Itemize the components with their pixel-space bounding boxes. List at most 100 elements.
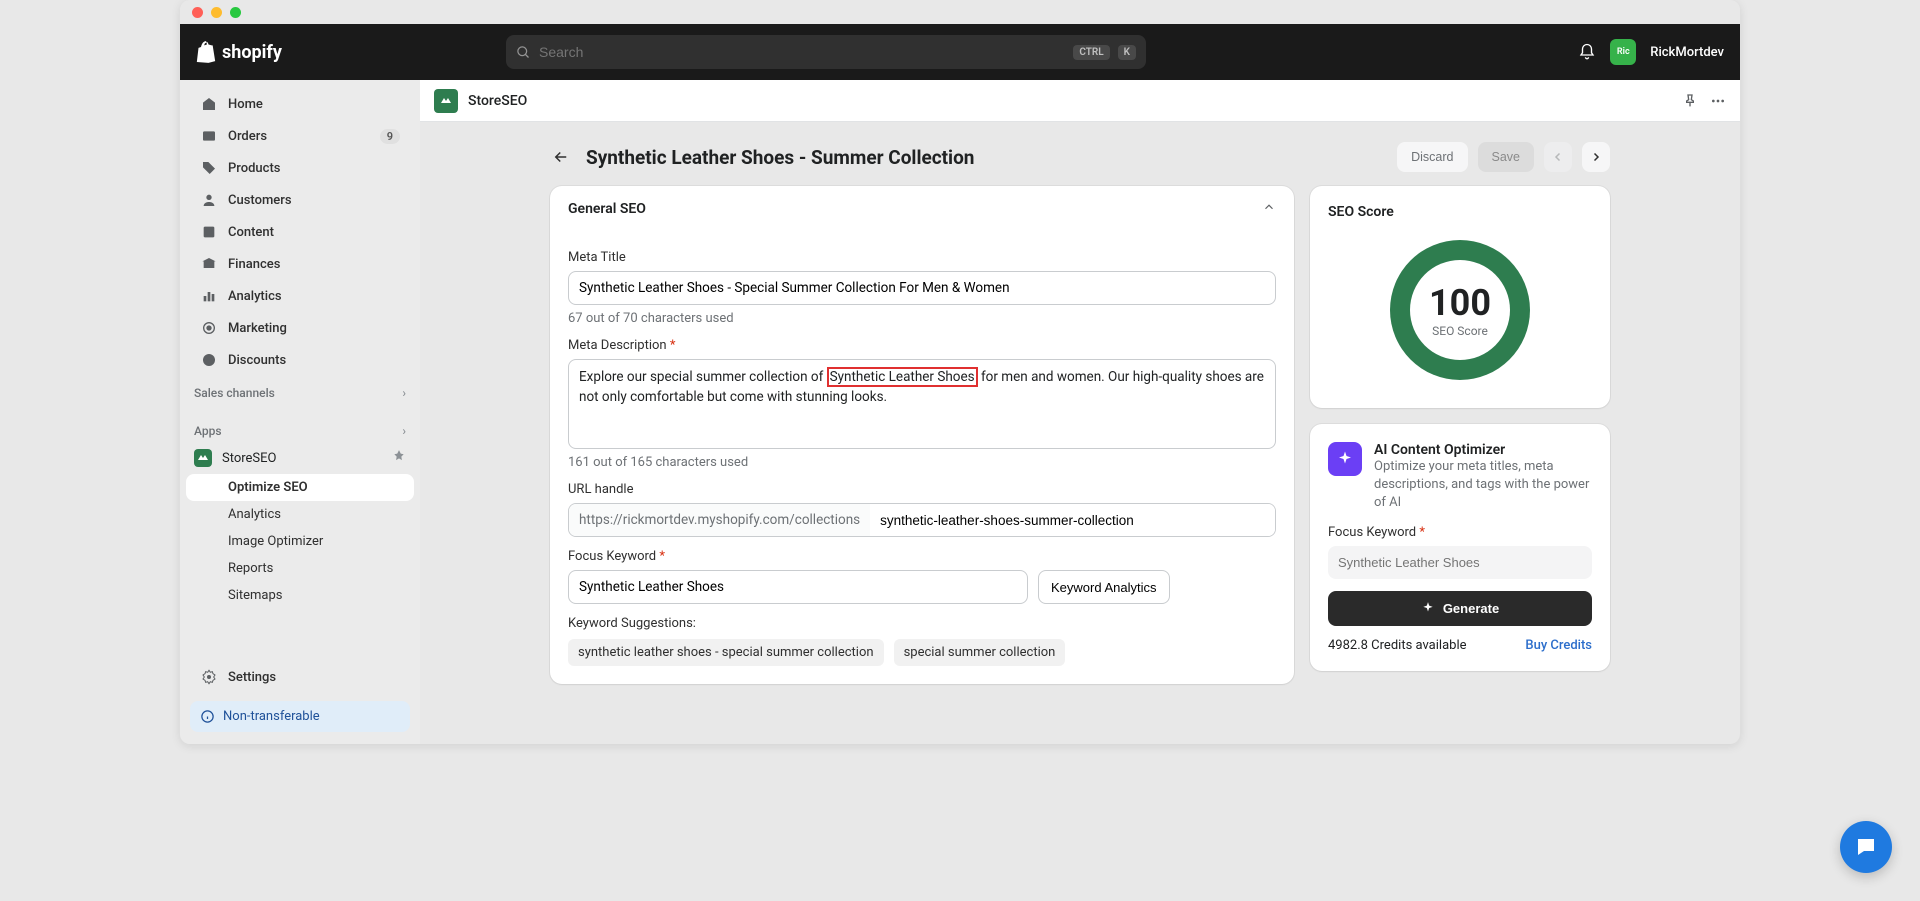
- chevron-left-icon: [1552, 151, 1564, 163]
- nav-finances[interactable]: Finances: [186, 248, 414, 280]
- chat-fab[interactable]: [1840, 821, 1892, 873]
- keyword-chip[interactable]: synthetic leather shoes - special summer…: [568, 639, 884, 666]
- topbar: shopify CTRL K Ric RickMortdev: [180, 24, 1740, 80]
- app-header-title: StoreSEO: [468, 93, 527, 109]
- back-button[interactable]: [550, 146, 572, 168]
- focus-keyword-input[interactable]: [568, 570, 1028, 604]
- score-ring: 100 SEO Score: [1390, 240, 1530, 380]
- discard-button[interactable]: Discard: [1397, 142, 1467, 172]
- generate-button[interactable]: Generate: [1328, 591, 1592, 626]
- search-icon: [516, 45, 531, 60]
- content-icon: [200, 223, 218, 241]
- nav-products[interactable]: Products: [186, 152, 414, 184]
- seo-score-heading: SEO Score: [1328, 204, 1592, 220]
- home-icon: [200, 95, 218, 113]
- keyword-suggestions-label: Keyword Suggestions:: [568, 616, 1276, 631]
- finances-icon: [200, 255, 218, 273]
- window-titlebar: [180, 0, 1740, 24]
- pin-icon[interactable]: [1682, 93, 1698, 109]
- sub-reports[interactable]: Reports: [186, 555, 414, 582]
- close-dot[interactable]: [192, 7, 203, 18]
- url-prefix: https://rickmortdev.myshopify.com/collec…: [569, 504, 870, 536]
- chevron-right-icon: ›: [402, 386, 406, 400]
- keyword-chip[interactable]: special summer collection: [894, 639, 1066, 666]
- avatar[interactable]: Ric: [1610, 39, 1636, 65]
- analytics-icon: [200, 287, 218, 305]
- nav-content[interactable]: Content: [186, 216, 414, 248]
- score-label: SEO Score: [1429, 324, 1491, 338]
- chevron-right-icon: [1590, 151, 1602, 163]
- ai-focus-label: Focus Keyword *: [1328, 525, 1592, 540]
- minimize-dot[interactable]: [211, 7, 222, 18]
- target-icon: [200, 319, 218, 337]
- discount-icon: [200, 351, 218, 369]
- url-handle-row: https://rickmortdev.myshopify.com/collec…: [568, 503, 1276, 537]
- page-header: Synthetic Leather Shoes - Summer Collect…: [550, 142, 1610, 172]
- ai-title: AI Content Optimizer: [1374, 442, 1592, 458]
- sub-sitemaps[interactable]: Sitemaps: [186, 582, 414, 609]
- url-slug-input[interactable]: [870, 504, 1275, 536]
- app-storeseo[interactable]: StoreSEO: [180, 442, 420, 474]
- seo-score-card: SEO Score 100 SEO Score: [1310, 186, 1610, 408]
- username[interactable]: RickMortdev: [1650, 45, 1724, 60]
- info-icon: [200, 709, 215, 724]
- sub-analytics[interactable]: Analytics: [186, 501, 414, 528]
- sub-optimize-seo[interactable]: Optimize SEO: [186, 474, 414, 501]
- person-icon: [200, 191, 218, 209]
- nav-discounts[interactable]: Discounts: [186, 344, 414, 376]
- sidebar: Home Orders9 Products Customers Content …: [180, 80, 420, 744]
- storeseo-app-icon: [434, 89, 458, 113]
- meta-title-input[interactable]: [568, 271, 1276, 305]
- non-transferable-banner[interactable]: Non-transferable: [190, 701, 410, 732]
- sparkle-icon: [1328, 442, 1362, 476]
- card-heading[interactable]: General SEO: [550, 186, 1294, 232]
- nav-orders[interactable]: Orders9: [186, 120, 414, 152]
- meta-desc-label: Meta Description *: [568, 338, 1276, 353]
- arrow-left-icon: [552, 148, 570, 166]
- credits-text: 4982.8 Credits available: [1328, 638, 1467, 653]
- pin-icon[interactable]: [392, 449, 406, 467]
- nav-customers[interactable]: Customers: [186, 184, 414, 216]
- tag-icon: [200, 159, 218, 177]
- sales-channels-heading[interactable]: Sales channels›: [180, 376, 420, 404]
- shopify-logo[interactable]: shopify: [196, 41, 282, 63]
- focus-keyword-label: Focus Keyword *: [568, 549, 1276, 564]
- nav-home[interactable]: Home: [186, 88, 414, 120]
- highlighted-keyword: Synthetic Leather Shoes: [827, 367, 978, 387]
- nav-analytics[interactable]: Analytics: [186, 280, 414, 312]
- meta-title-counter: 67 out of 70 characters used: [568, 311, 1276, 326]
- page-title: Synthetic Leather Shoes - Summer Collect…: [586, 146, 974, 169]
- orders-icon: [200, 127, 218, 145]
- nav-marketing[interactable]: Marketing: [186, 312, 414, 344]
- global-search[interactable]: CTRL K: [506, 35, 1146, 69]
- storeseo-app-icon: [194, 449, 212, 467]
- ai-optimizer-card: AI Content Optimizer Optimize your meta …: [1310, 424, 1610, 671]
- ai-focus-input[interactable]: [1328, 546, 1592, 579]
- keyword-analytics-button[interactable]: Keyword Analytics: [1038, 570, 1170, 604]
- maximize-dot[interactable]: [230, 7, 241, 18]
- shopify-bag-icon: [196, 41, 216, 63]
- chat-icon: [1854, 835, 1878, 859]
- sub-image-optimizer[interactable]: Image Optimizer: [186, 528, 414, 555]
- apps-heading[interactable]: Apps›: [180, 414, 420, 442]
- save-button[interactable]: Save: [1478, 142, 1535, 172]
- meta-desc-counter: 161 out of 165 characters used: [568, 455, 1276, 470]
- kbd-k: K: [1118, 45, 1136, 60]
- brand-text: shopify: [222, 42, 282, 63]
- orders-badge: 9: [380, 129, 400, 144]
- meta-desc-input[interactable]: Explore our special summer collection of…: [568, 359, 1276, 449]
- app-header: StoreSEO: [420, 80, 1740, 122]
- nav-settings[interactable]: Settings: [186, 661, 414, 693]
- more-icon[interactable]: [1710, 93, 1726, 109]
- bell-icon[interactable]: [1578, 43, 1596, 61]
- url-handle-label: URL handle: [568, 482, 1276, 497]
- prev-button[interactable]: [1544, 142, 1572, 172]
- next-button[interactable]: [1582, 142, 1610, 172]
- gear-icon: [200, 668, 218, 686]
- kbd-ctrl: CTRL: [1073, 45, 1109, 60]
- sparkle-icon: [1421, 601, 1435, 615]
- meta-title-label: Meta Title: [568, 250, 1276, 265]
- buy-credits-link[interactable]: Buy Credits: [1525, 638, 1592, 653]
- search-input[interactable]: [539, 44, 1065, 60]
- score-value: 100: [1429, 282, 1491, 324]
